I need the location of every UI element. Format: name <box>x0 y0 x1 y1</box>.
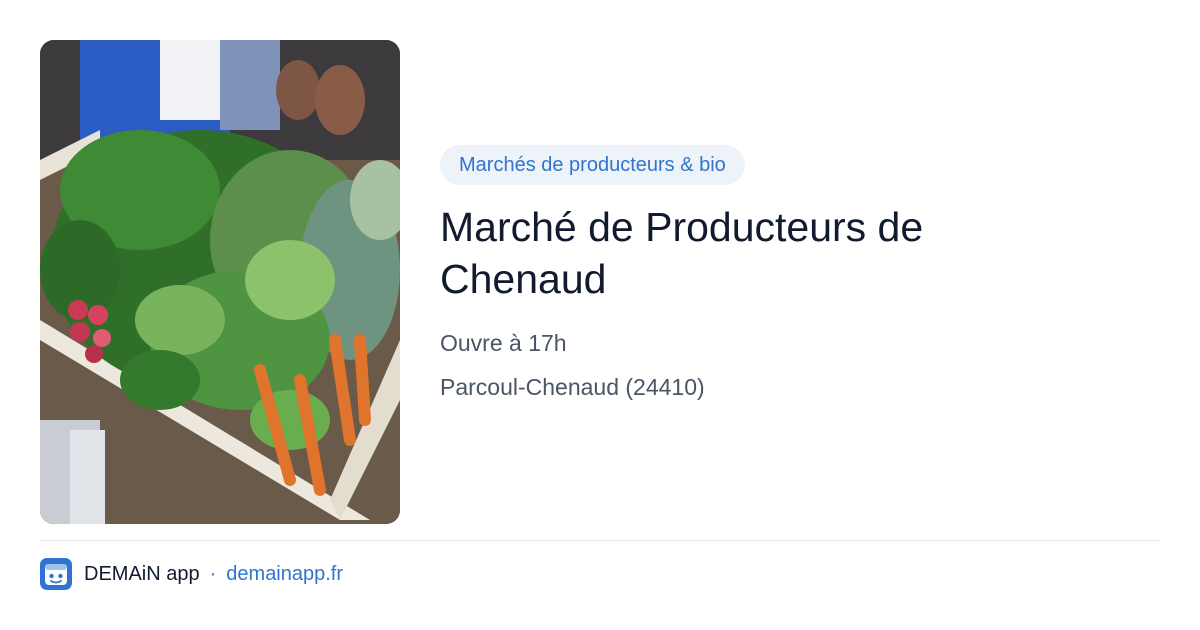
app-name: DEMAiN app <box>84 562 200 585</box>
market-photo <box>40 40 400 524</box>
market-info: Marchés de producteurs & bio Marché de P… <box>440 145 1140 402</box>
footer-separator: · <box>209 562 217 585</box>
footer-divider <box>40 540 1160 541</box>
category-badge[interactable]: Marchés de producteurs & bio <box>440 145 745 185</box>
market-location: Parcoul-Chenaud (24410) <box>440 374 705 400</box>
opening-hours: Ouvre à 17h <box>440 330 567 356</box>
domain-link[interactable]: demainapp.fr <box>226 563 343 586</box>
market-title: Marché de Producteurs de Chenaud <box>440 204 924 302</box>
demain-app-logo-icon <box>40 558 72 590</box>
footer: DEMAiN app · demainapp.fr <box>40 558 343 590</box>
